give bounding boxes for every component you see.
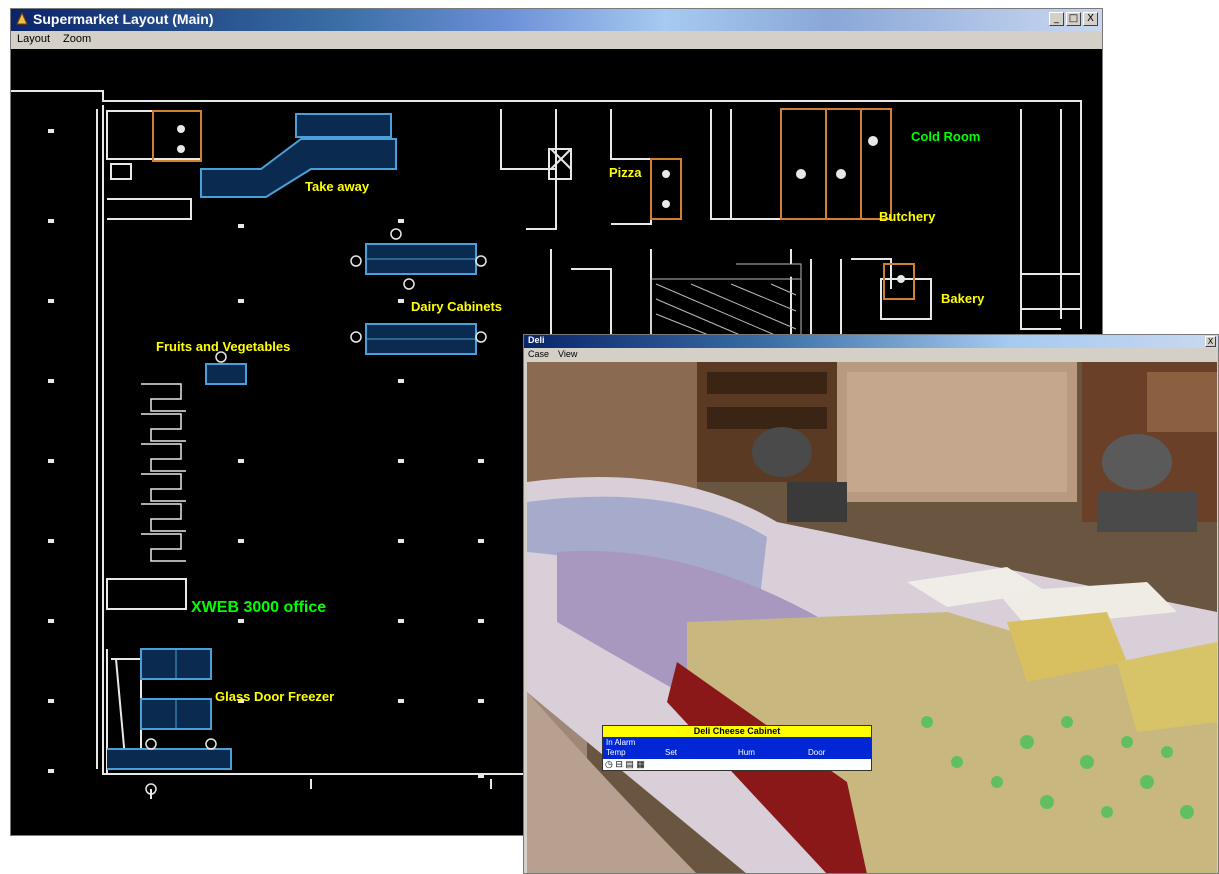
deli-photo-window: Deli X Case View Deli Cheese Cabinet In …: [523, 334, 1219, 874]
label-takeaway[interactable]: Take away: [305, 179, 369, 194]
label-dairy-cabinets[interactable]: Dairy Cabinets: [411, 299, 502, 314]
status-alarm-text: In Alarm: [606, 738, 636, 747]
status-door-label: Door: [808, 748, 826, 757]
photo-menu-bar: Case View: [524, 348, 1218, 361]
label-butchery[interactable]: Butchery: [879, 209, 935, 224]
status-panel-title: Deli Cheese Cabinet: [603, 726, 871, 737]
app-icon: [16, 12, 28, 25]
window-title: Supermarket Layout (Main): [33, 11, 214, 27]
status-set-label: Set: [665, 748, 678, 757]
menu-zoom[interactable]: Zoom: [63, 33, 91, 45]
status-panel-body: In Alarm Temp Set Hum Door: [603, 737, 871, 759]
maximize-button[interactable]: □: [1066, 12, 1081, 26]
photo-menu-case[interactable]: Case: [528, 349, 549, 359]
layout-title-bar[interactable]: Supermarket Layout (Main) _ □ X: [11, 9, 1102, 31]
photo-close-button[interactable]: X: [1205, 336, 1216, 347]
label-fruits-vegetables[interactable]: Fruits and Vegetables: [156, 339, 290, 354]
label-pizza[interactable]: Pizza: [609, 165, 642, 180]
menu-layout[interactable]: Layout: [17, 33, 50, 45]
menu-bar: Layout Zoom: [11, 31, 1102, 49]
label-xweb-office[interactable]: XWEB 3000 office: [191, 599, 326, 617]
status-panel-icons[interactable]: ◷ ⊟ ▤ ▦: [603, 759, 871, 770]
photo-window-title: Deli: [528, 335, 545, 345]
close-button[interactable]: X: [1083, 12, 1098, 26]
minimize-button[interactable]: _: [1049, 12, 1064, 26]
status-temp-label: Temp: [606, 748, 626, 757]
photo-title-bar[interactable]: Deli X: [524, 335, 1218, 348]
label-cold-room[interactable]: Cold Room: [911, 129, 980, 144]
status-hum-label: Hum: [738, 748, 755, 757]
photo-menu-view[interactable]: View: [558, 349, 577, 359]
deli-counter-photo: Deli Cheese Cabinet In Alarm Temp Set Hu…: [527, 362, 1217, 873]
deli-photo-image: [527, 362, 1217, 873]
cabinet-status-panel[interactable]: Deli Cheese Cabinet In Alarm Temp Set Hu…: [602, 725, 872, 771]
label-glass-door-freezer[interactable]: Glass Door Freezer: [215, 689, 334, 704]
label-bakery[interactable]: Bakery: [941, 291, 984, 306]
